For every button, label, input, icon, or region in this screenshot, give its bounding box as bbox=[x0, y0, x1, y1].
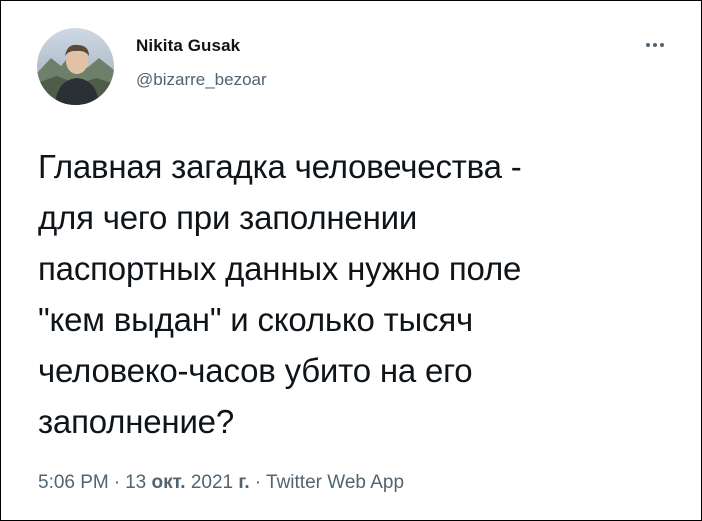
avatar-photo bbox=[37, 28, 114, 105]
more-options-button[interactable] bbox=[637, 35, 673, 55]
tweet-date-year[interactable]: 2021 bbox=[191, 472, 233, 493]
tweet-source[interactable]: Twitter Web App bbox=[266, 472, 404, 493]
tweet-date-month[interactable]: окт. bbox=[152, 472, 186, 493]
author-handle[interactable]: @bizarre_bezoar bbox=[136, 70, 267, 90]
more-horizontal-icon bbox=[646, 43, 664, 47]
tweet-card: Nikita Gusak @bizarre_bezoar Главная заг… bbox=[0, 0, 702, 521]
tweet-meta: 5:06 PM · 13 окт. 2021 г. · Twitter Web App bbox=[38, 472, 404, 494]
avatar[interactable] bbox=[37, 28, 114, 105]
separator: · bbox=[113, 472, 121, 493]
separator: · bbox=[254, 472, 262, 493]
author-name[interactable]: Nikita Gusak bbox=[136, 36, 240, 56]
tweet-date-suffix[interactable]: г. bbox=[238, 472, 249, 493]
tweet-text: Главная загадка человечества - для чего … bbox=[38, 148, 522, 440]
tweet-date-day[interactable]: 13 bbox=[125, 472, 146, 493]
tweet-time[interactable]: 5:06 PM bbox=[38, 472, 109, 493]
